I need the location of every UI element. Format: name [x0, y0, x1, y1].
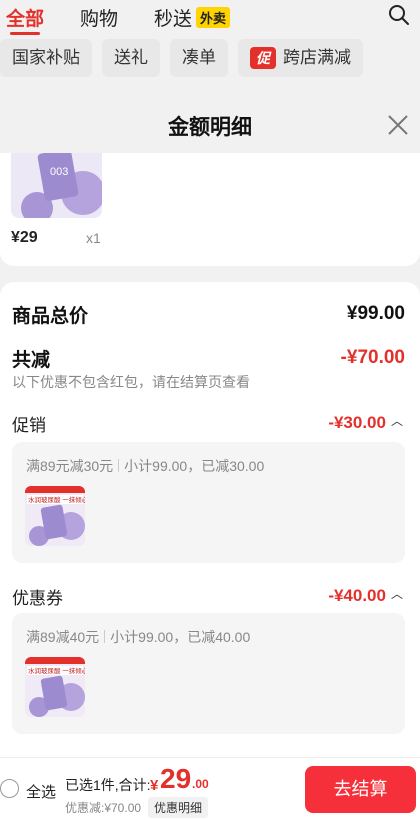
total-amount: 29 [160, 763, 192, 794]
total-reduction-value: -¥70.00 [340, 347, 405, 368]
product-card: 003 ¥29 x1 [0, 153, 420, 266]
chip-national-subsidy[interactable]: 国家补贴 [0, 39, 92, 77]
discount-detail-button[interactable]: 优惠明细 [148, 797, 209, 818]
promo-value-text: -¥30.00 [328, 413, 386, 432]
coupon-value[interactable]: -¥40.00 ︿ [328, 585, 403, 606]
chip-add-on[interactable]: 凑单 [170, 39, 228, 77]
tab-shopping[interactable]: 购物 [80, 4, 118, 31]
price-breakdown-card: 商品总价 ¥99.00 共减 -¥70.00 以下优惠不包含红包，请在结算页查看… [0, 282, 420, 757]
tab-instant-delivery-label: 秒送 [154, 8, 193, 30]
tab-instant-delivery[interactable]: 秒送 外卖 [154, 4, 231, 31]
total-currency: ¥ [150, 777, 159, 794]
promo-subtotal: 小计99.00，已减30.00 [124, 458, 265, 474]
coupon-rule: 满89减40元 [26, 629, 100, 645]
amount-detail-sheet: 金额明细 003 ¥29 x1 商品总价 ¥99.00 共减 -¥70.00 以… [0, 95, 420, 820]
promo-rule: 满89元减30元 [26, 458, 114, 474]
select-all-checkbox[interactable] [0, 779, 19, 798]
product-image[interactable]: 003 [11, 153, 102, 218]
coupon-subtotal: 小计99.00，已减40.00 [110, 629, 251, 645]
total-reduction-label: 共减 [12, 350, 51, 371]
close-icon[interactable] [386, 113, 410, 137]
product-price: ¥29 [11, 229, 38, 246]
coupon-detail-box: 满89减40元 小计99.00，已减40.00 水润玻尿酸 一抹倾心 [12, 613, 405, 734]
waimai-badge: 外卖 [196, 6, 231, 28]
coupon-detail-text: 满89减40元 小计99.00，已减40.00 [26, 627, 250, 647]
search-icon[interactable] [388, 4, 410, 26]
chevron-up-icon: ︿ [390, 587, 403, 601]
promo-label: 促销 [12, 416, 46, 435]
chevron-up-icon: ︿ [390, 414, 403, 428]
promo-detail-box: 满89元减30元 小计99.00，已减30.00 水润玻尿酸 一抹倾心 [12, 442, 405, 563]
filter-chips: 国家补贴 送礼 凑单 促跨店满减 [0, 39, 363, 77]
coupon-label: 优惠券 [12, 589, 63, 608]
product-image-label: 003 [50, 166, 68, 178]
total-price-label: 商品总价 [12, 306, 89, 327]
reduction-note: 以下优惠不包含红包，请在结算页查看 [12, 374, 250, 390]
thumb-banner-text: 水润玻尿酸 一抹倾心 [28, 495, 85, 504]
top-nav: 全部 购物 秒送 外卖 国家补贴 送礼 凑单 促跨店满减 [0, 0, 420, 95]
coupon-value-text: -¥40.00 [328, 586, 386, 605]
tab-all[interactable]: 全部 [6, 4, 44, 35]
total-amount-decimal: .00 [192, 777, 209, 791]
chip-cross-store-discount[interactable]: 促跨店满减 [238, 39, 363, 77]
divider [118, 459, 120, 472]
promo-product-thumbnail[interactable]: 水润玻尿酸 一抹倾心 [25, 486, 85, 546]
chip-gift[interactable]: 送礼 [102, 39, 160, 77]
divider [104, 630, 106, 643]
coupon-product-thumbnail[interactable]: 水润玻尿酸 一抹倾心 [25, 657, 85, 717]
discount-amount: 优惠减:¥70.00 [65, 801, 142, 815]
promo-detail-text: 满89元减30元 小计99.00，已减30.00 [26, 456, 264, 476]
select-all-label[interactable]: 全选 [26, 781, 56, 802]
selection-summary: 已选1件,合计: [65, 777, 151, 793]
sheet-header: 金额明细 [0, 95, 420, 153]
thumb-banner-text: 水润玻尿酸 一抹倾心 [28, 666, 85, 675]
product-quantity: x1 [86, 230, 101, 246]
checkout-button[interactable]: 去结算 [305, 766, 416, 813]
sheet-title: 金额明细 [168, 116, 252, 139]
promo-value[interactable]: -¥30.00 ︿ [328, 412, 403, 433]
checkout-bar: 全选 已选1件,合计: ¥ 29 .00 优惠减:¥70.00 优惠明细 去结算 [0, 757, 420, 820]
promo-badge-icon: 促 [250, 47, 276, 69]
total-price-value: ¥99.00 [346, 303, 405, 324]
chip-cross-store-label: 跨店满减 [283, 48, 351, 67]
category-tabs: 全部 购物 秒送 外卖 [6, 3, 266, 35]
